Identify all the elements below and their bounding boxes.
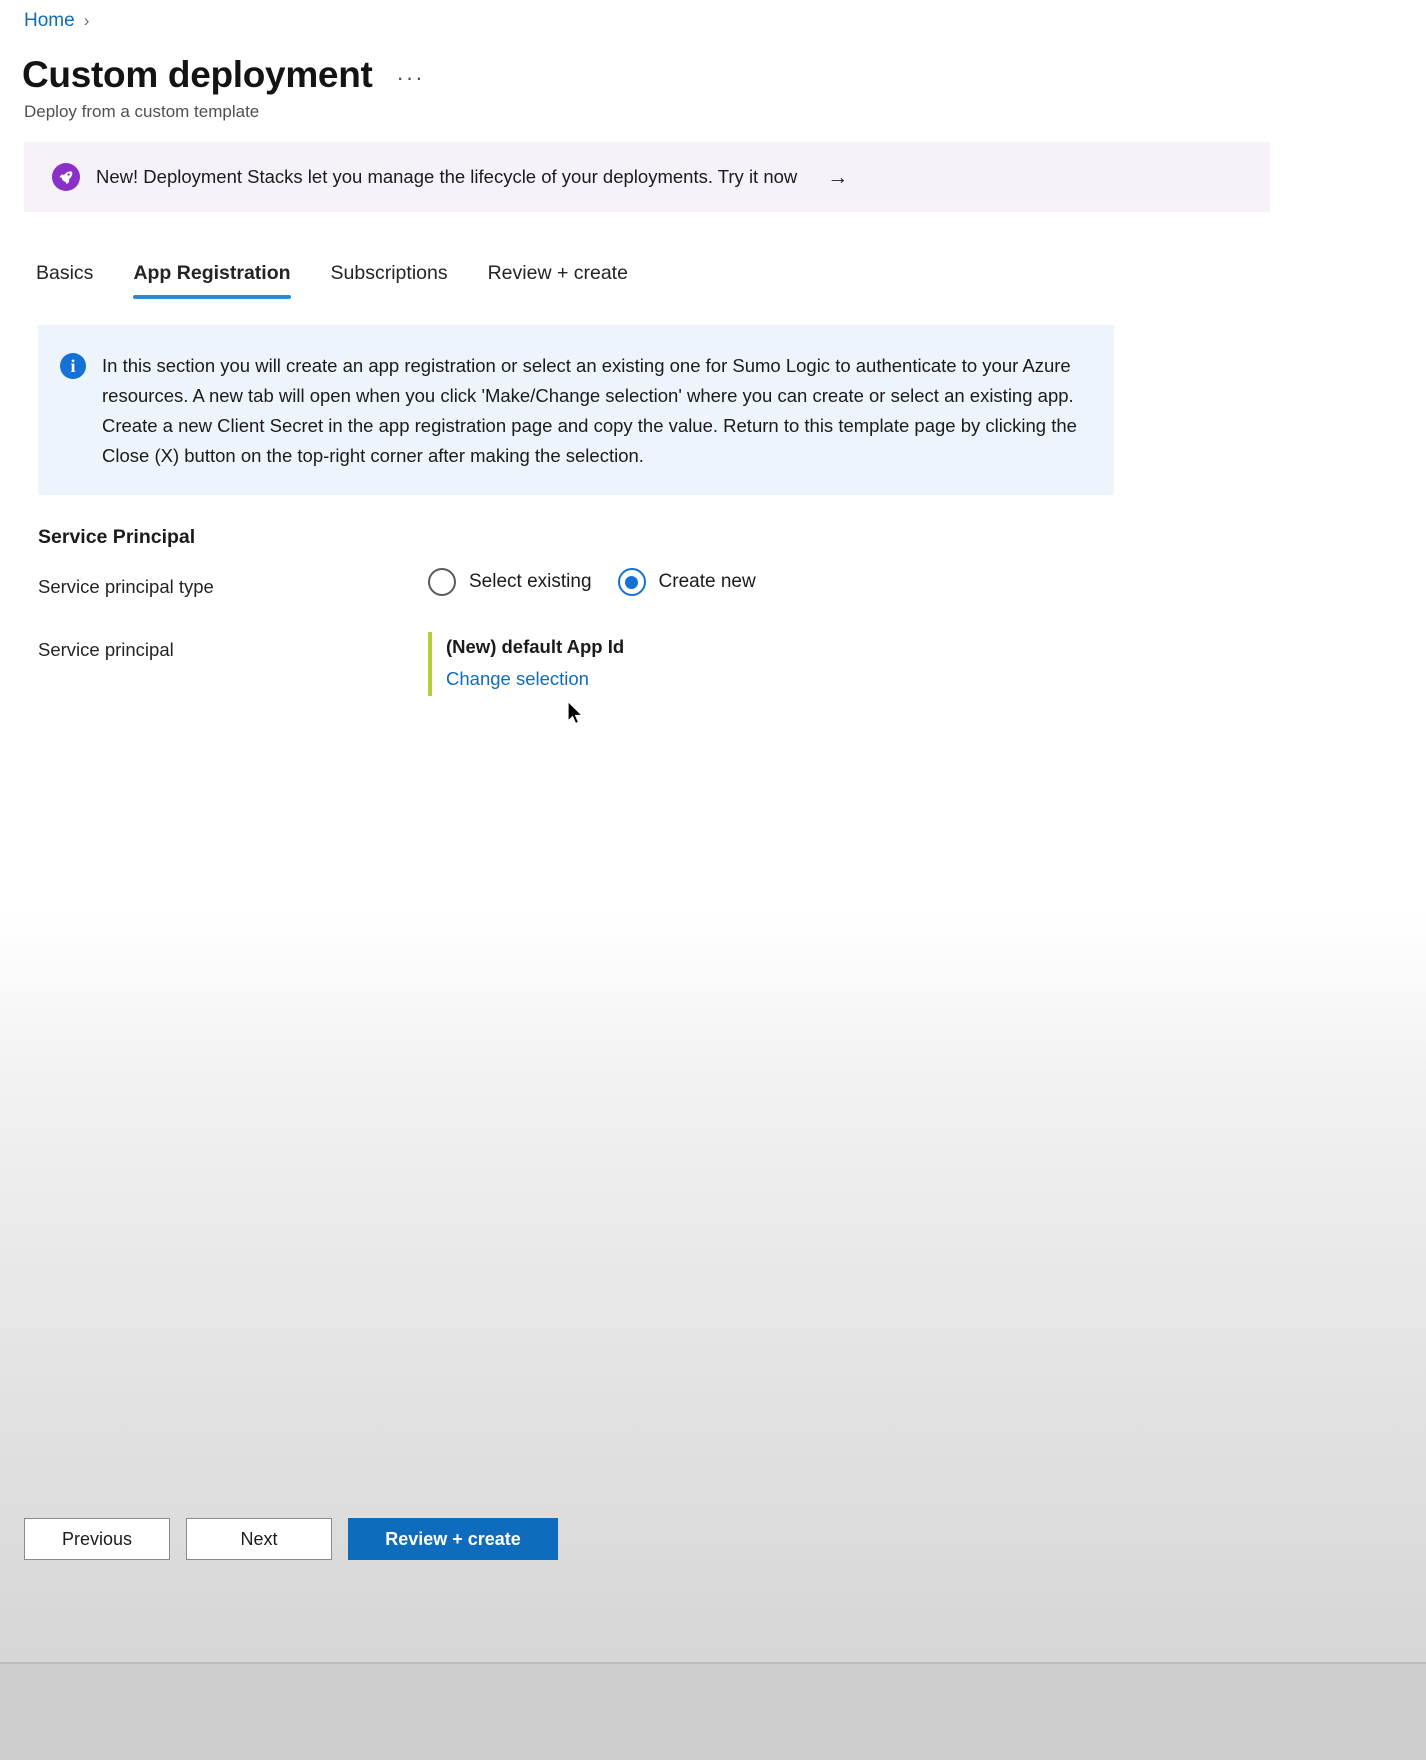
breadcrumb-home[interactable]: Home [24,10,75,32]
tab-subscriptions[interactable]: Subscriptions [331,256,482,299]
page-title-row: Custom deployment ··· [22,52,429,98]
tab-review-create[interactable]: Review + create [488,256,662,299]
page-right-gutter [1270,0,1426,912]
service-principal-name: (New) default App Id [446,636,625,657]
radio-option-select-existing[interactable]: Select existing [428,568,592,596]
radio-select-existing-icon[interactable] [428,568,456,596]
more-options-icon[interactable]: ··· [393,63,429,93]
tab-app-registration-label: App Registration [133,262,291,284]
tab-basics[interactable]: Basics [36,256,127,299]
info-message-text: In this section you will create an app r… [102,355,1077,466]
radio-create-new-icon[interactable] [617,568,646,596]
radio-select-existing-label: Select existing [469,571,592,592]
breadcrumb: Home › [24,10,89,32]
info-message-box: i In this section you will create an app… [38,325,1114,495]
tab-basics-label: Basics [36,262,94,284]
service-principal-type-radio-group: Select existing Create new [428,568,756,596]
chevron-right-icon: › [83,11,90,30]
page-subtitle: Deploy from a custom template [24,102,260,121]
next-button[interactable]: Next [186,1518,332,1560]
label-service-principal-type: Service principal type [38,576,214,597]
radio-create-new-label: Create new [658,571,756,592]
banner-text: New! Deployment Stacks let you manage th… [96,166,798,187]
rocket-icon [52,163,80,191]
label-service-principal: Service principal [38,639,174,660]
tab-subscriptions-label: Subscriptions [330,262,448,284]
footer-buttons: Previous Next Review + create [24,1518,558,1560]
arrow-right-icon[interactable]: → [827,167,848,188]
deployment-stacks-banner[interactable]: New! Deployment Stacks let you manage th… [24,142,1270,212]
page-title: Custom deployment [22,54,373,95]
portal-page: Home › Custom deployment ··· Deploy from… [0,0,1426,1760]
change-selection-link[interactable]: Change selection [446,662,624,696]
review-create-button[interactable]: Review + create [348,1518,558,1560]
radio-option-create-new[interactable]: Create new [617,568,756,596]
wizard-footer [0,1664,1426,1760]
wizard-tabs: Basics App Registration Subscriptions Re… [36,256,668,299]
mouse-cursor-icon [566,700,586,733]
tab-app-registration[interactable]: App Registration [133,256,324,299]
section-heading-service-principal: Service Principal [38,526,196,548]
previous-button[interactable]: Previous [24,1518,170,1560]
service-principal-value-block: (New) default App Id Change selection [428,632,624,696]
info-icon: i [60,353,86,379]
tab-review-create-label: Review + create [487,262,628,284]
